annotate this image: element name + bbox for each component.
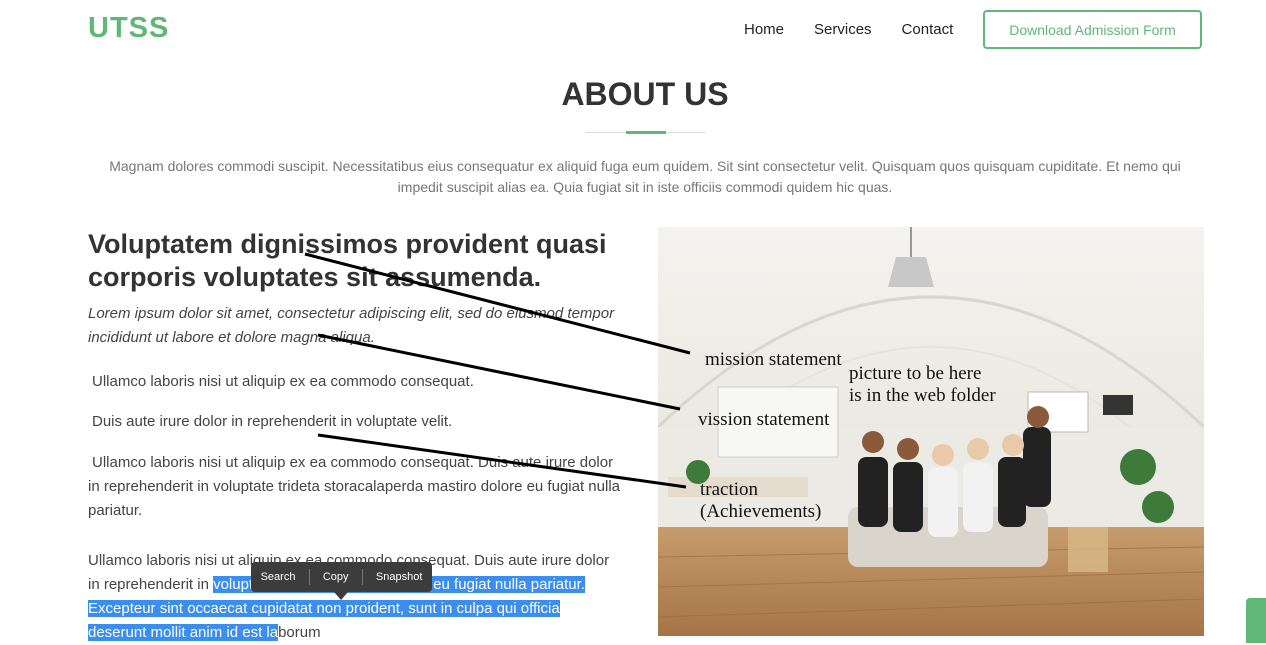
paragraph-4-end: borum bbox=[278, 624, 321, 641]
note-traction: traction (Achievements) bbox=[700, 479, 822, 522]
context-copy-button[interactable]: Copy bbox=[317, 571, 355, 583]
context-search-button[interactable]: Search bbox=[255, 571, 302, 583]
nav-contact[interactable]: Contact bbox=[902, 21, 954, 38]
context-snapshot-button[interactable]: Snapshot bbox=[370, 571, 428, 583]
about-heading: Voluptatem dignissimos provident quasi c… bbox=[88, 229, 607, 292]
about-paragraph-2: Duis aute irure dolor in reprehenderit i… bbox=[92, 413, 453, 430]
about-lead: Lorem ipsum dolor sit amet, consectetur … bbox=[88, 305, 615, 346]
context-separator bbox=[361, 569, 363, 585]
context-separator bbox=[308, 569, 310, 585]
nav-home[interactable]: Home bbox=[744, 21, 784, 38]
brand-logo[interactable]: UTSS bbox=[88, 12, 169, 45]
note-mission: mission statement bbox=[705, 349, 842, 370]
note-picture: picture to be here is in the web folder bbox=[849, 363, 996, 406]
title-accent-bar bbox=[626, 131, 666, 134]
context-menu-pointer bbox=[334, 592, 348, 600]
about-paragraph-3: Ullamco laboris nisi ut aliquip ex ea co… bbox=[88, 454, 620, 519]
nav-services[interactable]: Services bbox=[814, 21, 872, 38]
top-nav: Home Services Contact bbox=[744, 21, 953, 38]
about-paragraph-1: Ullamco laboris nisi ut aliquip ex ea co… bbox=[92, 373, 474, 390]
section-intro: Magnam dolores commodi suscipit. Necessi… bbox=[109, 158, 1181, 195]
about-photo bbox=[658, 227, 1204, 636]
back-to-top-button[interactable] bbox=[1246, 598, 1266, 643]
note-vission: vission statement bbox=[698, 409, 830, 430]
download-admission-form-button[interactable]: Download Admission Form bbox=[983, 10, 1202, 49]
selection-context-menu: Search Copy Snapshot bbox=[251, 562, 432, 592]
office-team-photo bbox=[658, 227, 1204, 636]
section-title: ABOUT US bbox=[561, 76, 729, 112]
